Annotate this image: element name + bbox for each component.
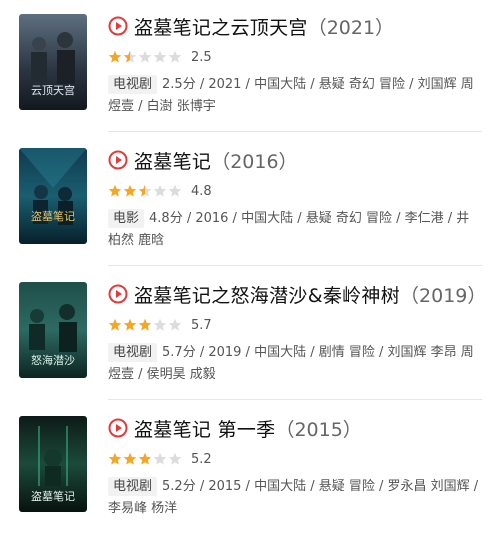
poster-title: 盗墓笔记	[31, 489, 75, 503]
star-icon	[138, 184, 152, 197]
star-icon	[108, 184, 122, 197]
meta-text: 5.7分 / 2019 / 中国大陆 / 剧情 冒险 / 刘国辉 李昂 周煜壹 …	[108, 345, 474, 382]
play-icon[interactable]	[108, 418, 128, 438]
star-icon	[153, 50, 167, 63]
item-meta: 电视剧 5.2分 / 2015 / 中国大陆 / 悬疑 冒险 / 罗永昌 刘国辉 …	[108, 476, 480, 520]
star-icon	[123, 318, 137, 331]
divider	[108, 265, 482, 266]
star-icon	[168, 184, 182, 197]
star-icon	[123, 184, 137, 197]
star-rating	[108, 184, 183, 198]
item-meta: 电视剧 5.7分 / 2019 / 中国大陆 / 剧情 冒险 / 刘国辉 李昂 周…	[108, 342, 480, 386]
poster-image[interactable]: 云顶天宫	[19, 14, 87, 110]
poster-image[interactable]: 怒海潜沙	[19, 282, 87, 378]
star-rating	[108, 318, 183, 332]
star-rating	[108, 452, 183, 466]
star-icon	[108, 318, 122, 331]
star-rating	[108, 50, 183, 64]
type-badge: 电影	[108, 209, 145, 228]
star-icon	[153, 318, 167, 331]
list-item[interactable]: 盗墓笔记 盗墓笔记 （2016） 4.8 电影 4.8分 / 2016 / 中国大…	[0, 134, 500, 266]
item-meta: 电视剧 2.5分 / 2021 / 中国大陆 / 悬疑 奇幻 冒险 / 刘国辉 周…	[108, 74, 480, 118]
poster-image[interactable]: 盗墓笔记	[19, 416, 87, 512]
meta-text: 4.8分 / 2016 / 中国大陆 / 悬疑 奇幻 冒险 / 李仁港 / 井柏…	[108, 211, 470, 248]
type-badge: 电视剧	[108, 343, 158, 362]
star-icon	[153, 184, 167, 197]
type-badge: 电视剧	[108, 477, 158, 496]
play-icon[interactable]	[108, 16, 128, 36]
star-icon	[123, 50, 137, 63]
rating-score: 5.2	[191, 451, 212, 467]
star-icon	[108, 50, 122, 63]
poster-title: 盗墓笔记	[31, 209, 75, 223]
play-icon[interactable]	[108, 284, 128, 304]
star-icon	[168, 452, 182, 465]
item-year: （2021）	[307, 16, 395, 39]
star-icon	[168, 318, 182, 331]
star-icon	[138, 318, 152, 331]
item-title[interactable]: 盗墓笔记之怒海潜沙&秦岭神树	[134, 281, 400, 308]
item-year: （2016）	[211, 150, 298, 173]
poster-title: 云顶天宫	[31, 83, 75, 97]
item-year: （2015）	[275, 418, 362, 441]
list-item[interactable]: 怒海潜沙 盗墓笔记之怒海潜沙&秦岭神树 （2019） 5.7 电视剧 5.7分 /…	[0, 268, 500, 400]
poster-title: 怒海潜沙	[31, 353, 75, 367]
star-icon	[153, 452, 167, 465]
divider	[108, 399, 482, 400]
meta-text: 2.5分 / 2021 / 中国大陆 / 悬疑 奇幻 冒险 / 刘国辉 周煜壹 …	[108, 77, 474, 114]
item-meta: 电影 4.8分 / 2016 / 中国大陆 / 悬疑 奇幻 冒险 / 李仁港 / …	[108, 208, 480, 252]
rating-score: 5.7	[191, 317, 212, 333]
type-badge: 电视剧	[108, 75, 158, 94]
list-item[interactable]: 盗墓笔记 盗墓笔记 第一季 （2015） 5.2 电视剧 5.2分 / 2015 …	[0, 402, 500, 534]
play-icon[interactable]	[108, 150, 128, 170]
star-icon	[123, 452, 137, 465]
star-icon	[168, 50, 182, 63]
star-icon	[138, 452, 152, 465]
star-icon	[138, 50, 152, 63]
item-title[interactable]: 盗墓笔记之云顶天宫	[134, 13, 308, 40]
meta-text: 5.2分 / 2015 / 中国大陆 / 悬疑 冒险 / 罗永昌 刘国辉 / 李…	[108, 479, 479, 516]
poster-image[interactable]: 盗墓笔记	[19, 148, 87, 244]
movie-list: 云顶天宫 盗墓笔记之云顶天宫 （2021） 2.5 电视剧 2.5分 / 2021…	[0, 0, 500, 523]
divider	[108, 131, 482, 132]
star-icon	[108, 452, 122, 465]
list-item[interactable]: 云顶天宫 盗墓笔记之云顶天宫 （2021） 2.5 电视剧 2.5分 / 2021…	[0, 0, 500, 132]
item-title[interactable]: 盗墓笔记	[134, 147, 211, 174]
rating-score: 2.5	[191, 49, 212, 65]
item-year: （2019）	[400, 284, 487, 307]
rating-score: 4.8	[191, 183, 212, 199]
item-title[interactable]: 盗墓笔记 第一季	[134, 415, 275, 442]
